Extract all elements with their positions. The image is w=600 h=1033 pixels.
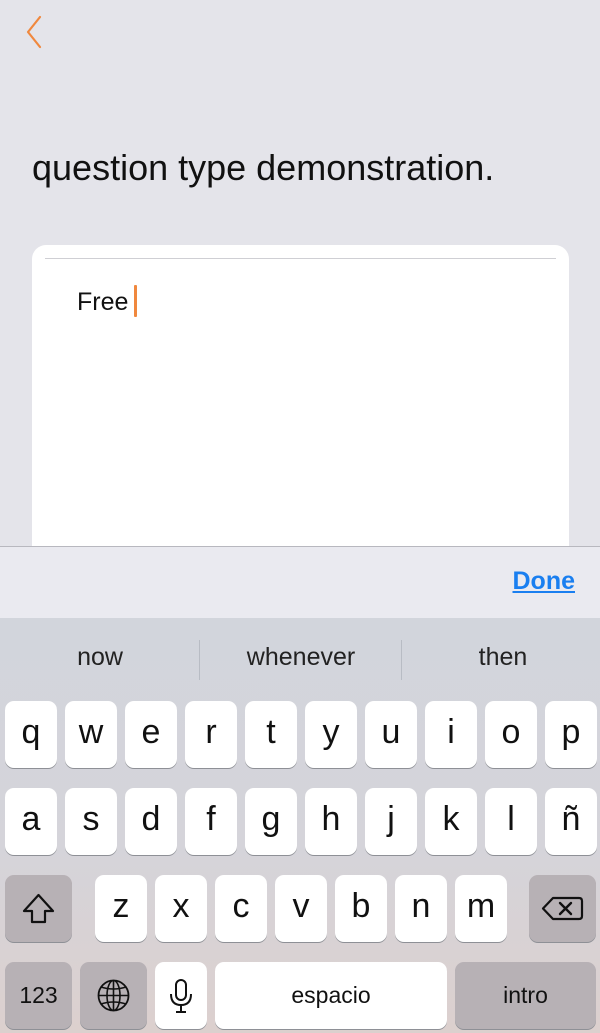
key[interactable]: j bbox=[365, 788, 417, 855]
done-button[interactable]: Done bbox=[513, 567, 576, 596]
globe-icon bbox=[97, 979, 130, 1012]
key[interactable]: y bbox=[305, 701, 357, 768]
key[interactable]: o bbox=[485, 701, 537, 768]
prediction-item[interactable]: whenever bbox=[201, 643, 401, 672]
shift-icon bbox=[22, 893, 55, 924]
key[interactable]: r bbox=[185, 701, 237, 768]
key[interactable]: d bbox=[125, 788, 177, 855]
shift-key[interactable] bbox=[5, 875, 72, 942]
key[interactable]: x bbox=[155, 875, 207, 942]
dictation-key[interactable] bbox=[155, 962, 207, 1029]
prediction-item[interactable]: now bbox=[0, 643, 200, 672]
key[interactable]: z bbox=[95, 875, 147, 942]
prediction-bar: now whenever then bbox=[0, 618, 600, 702]
back-button[interactable] bbox=[18, 12, 58, 52]
space-key[interactable]: espacio bbox=[215, 962, 447, 1029]
prediction-item[interactable]: then bbox=[403, 643, 600, 672]
answer-card: Free bbox=[32, 245, 569, 575]
return-key[interactable]: intro bbox=[455, 962, 596, 1029]
key[interactable]: p bbox=[545, 701, 597, 768]
answer-value: Free bbox=[77, 288, 129, 316]
keyboard-accessory-bar: Done bbox=[0, 546, 600, 619]
key[interactable]: l bbox=[485, 788, 537, 855]
key[interactable]: i bbox=[425, 701, 477, 768]
delete-key[interactable] bbox=[529, 875, 596, 942]
card-divider bbox=[45, 258, 556, 259]
key[interactable]: a bbox=[5, 788, 57, 855]
key[interactable]: e bbox=[125, 701, 177, 768]
key[interactable]: t bbox=[245, 701, 297, 768]
key[interactable]: g bbox=[245, 788, 297, 855]
keyboard: now whenever then q w e r t y u i o p a … bbox=[0, 618, 600, 1033]
prediction-divider bbox=[401, 640, 402, 680]
microphone-icon bbox=[170, 979, 192, 1013]
key[interactable]: h bbox=[305, 788, 357, 855]
answer-text-field[interactable]: Free bbox=[77, 285, 138, 319]
key[interactable]: w bbox=[65, 701, 117, 768]
key[interactable]: ñ bbox=[545, 788, 597, 855]
globe-key[interactable] bbox=[80, 962, 147, 1029]
question-title: question type demonstration. bbox=[32, 147, 495, 188]
text-caret bbox=[134, 285, 138, 317]
numbers-key[interactable]: 123 bbox=[5, 962, 72, 1029]
key[interactable]: n bbox=[395, 875, 447, 942]
prediction-divider bbox=[199, 640, 200, 680]
key[interactable]: s bbox=[65, 788, 117, 855]
chevron-left-icon bbox=[26, 15, 42, 49]
key[interactable]: m bbox=[455, 875, 507, 942]
key[interactable]: v bbox=[275, 875, 327, 942]
key[interactable]: f bbox=[185, 788, 237, 855]
key[interactable]: k bbox=[425, 788, 477, 855]
key[interactable]: q bbox=[5, 701, 57, 768]
key[interactable]: u bbox=[365, 701, 417, 768]
delete-icon bbox=[541, 896, 584, 921]
key[interactable]: c bbox=[215, 875, 267, 942]
key[interactable]: b bbox=[335, 875, 387, 942]
